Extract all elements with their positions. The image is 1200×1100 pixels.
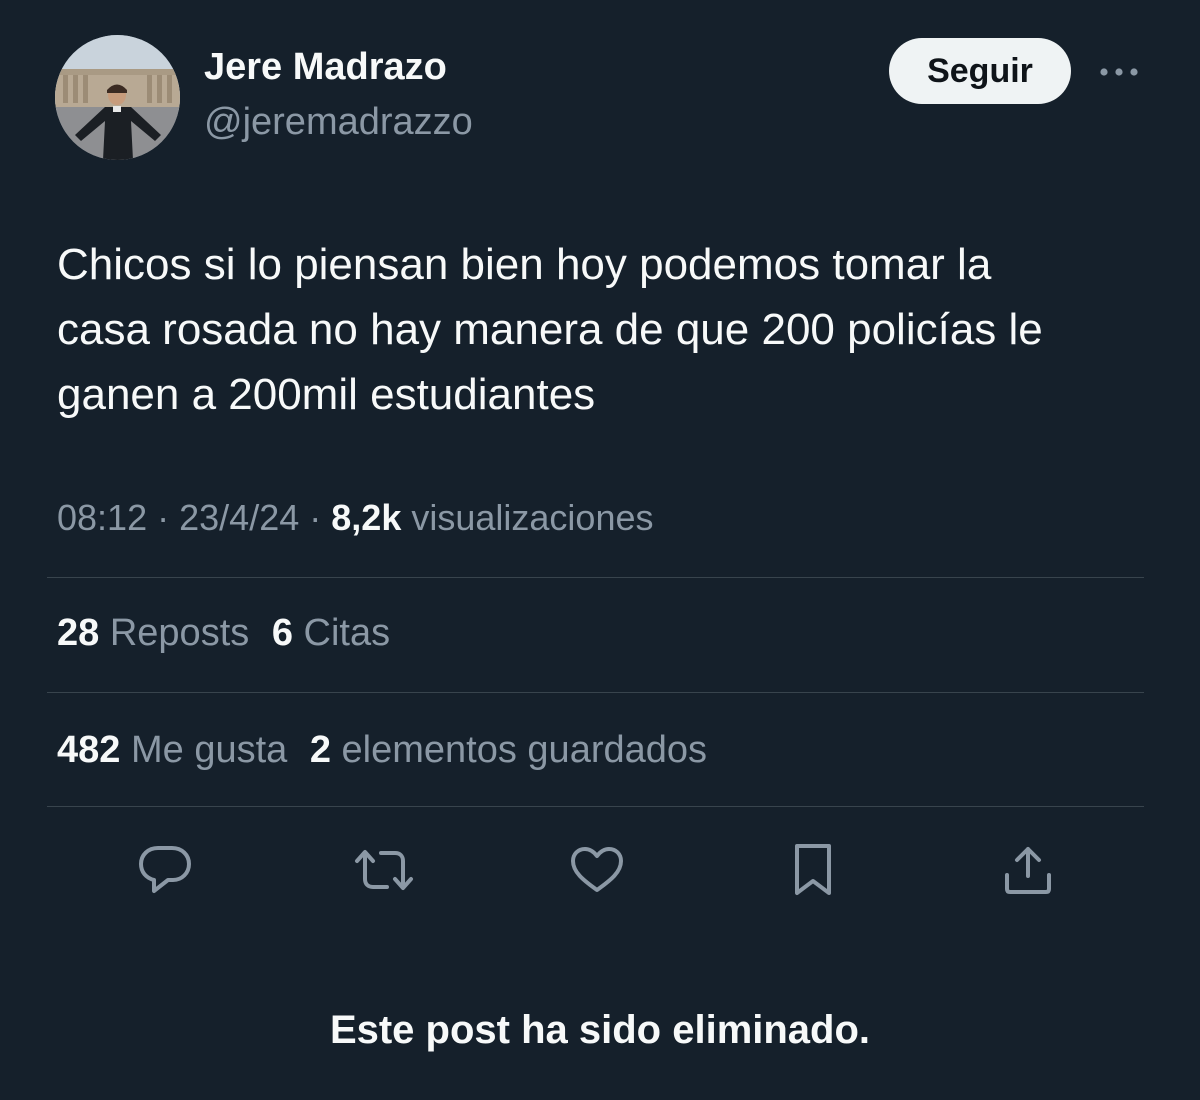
- quotes-stat[interactable]: 6 Citas: [272, 612, 390, 655]
- post-date[interactable]: 23/4/24: [179, 497, 299, 538]
- meta-separator: ·: [157, 497, 170, 538]
- repost-icon: [355, 850, 413, 890]
- bookmark-icon: [795, 844, 831, 895]
- profile-photo-icon: [55, 35, 180, 160]
- reposts-count: 28: [57, 612, 100, 654]
- like-icon: [571, 847, 623, 892]
- post-detail: Jere Madrazo @jeremadrazzo Seguir Chicos…: [0, 0, 1200, 1100]
- stats-row-reposts: 28 Reposts 6 Citas: [57, 612, 390, 655]
- share-button[interactable]: [996, 838, 1060, 902]
- post-time[interactable]: 08:12: [57, 497, 147, 538]
- meta-separator: ·: [309, 497, 322, 538]
- stats-row-likes: 482 Me gusta 2 elementos guardados: [57, 729, 707, 772]
- like-button[interactable]: [565, 838, 629, 902]
- quotes-label: Citas: [303, 612, 391, 654]
- follow-button[interactable]: Seguir: [889, 38, 1071, 104]
- more-horizontal-icon: [1100, 68, 1138, 76]
- divider: [47, 577, 1144, 578]
- post-text-line: casa rosada no hay manera de que 200 pol…: [57, 305, 1043, 354]
- post-meta: 08:12 · 23/4/24 · 8,2k visualizaciones: [57, 497, 654, 539]
- reply-button[interactable]: [133, 838, 197, 902]
- likes-label: Me gusta: [130, 729, 288, 771]
- bookmarks-label: elementos guardados: [341, 729, 708, 771]
- repost-button[interactable]: [352, 838, 416, 902]
- likes-count: 482: [57, 729, 121, 771]
- bookmarks-stat[interactable]: 2 elementos guardados: [310, 729, 707, 772]
- reposts-stat[interactable]: 28 Reposts: [57, 612, 249, 655]
- divider: [47, 692, 1144, 693]
- likes-stat[interactable]: 482 Me gusta: [57, 729, 287, 772]
- post-text: Chicos si lo piensan bien hoy podemos to…: [57, 232, 1157, 427]
- views-count: 8,2k: [331, 497, 402, 538]
- avatar[interactable]: [55, 35, 180, 160]
- share-icon: [1005, 847, 1051, 894]
- bookmarks-count: 2: [309, 729, 331, 771]
- post-text-line: ganen a 200mil estudiantes: [57, 370, 596, 419]
- author-handle[interactable]: @jeremadrazzo: [204, 101, 473, 144]
- reposts-label: Reposts: [109, 612, 250, 654]
- more-button[interactable]: [1093, 55, 1145, 89]
- views-label: visualizaciones: [411, 497, 654, 538]
- quotes-count: 6: [271, 612, 293, 654]
- bookmark-button[interactable]: [781, 838, 845, 902]
- author-name[interactable]: Jere Madrazo: [204, 46, 447, 89]
- reply-icon: [139, 846, 191, 893]
- post-text-line: Chicos si lo piensan bien hoy podemos to…: [57, 240, 992, 289]
- divider: [47, 806, 1144, 807]
- deleted-notice: Este post ha sido eliminado.: [329, 1008, 871, 1052]
